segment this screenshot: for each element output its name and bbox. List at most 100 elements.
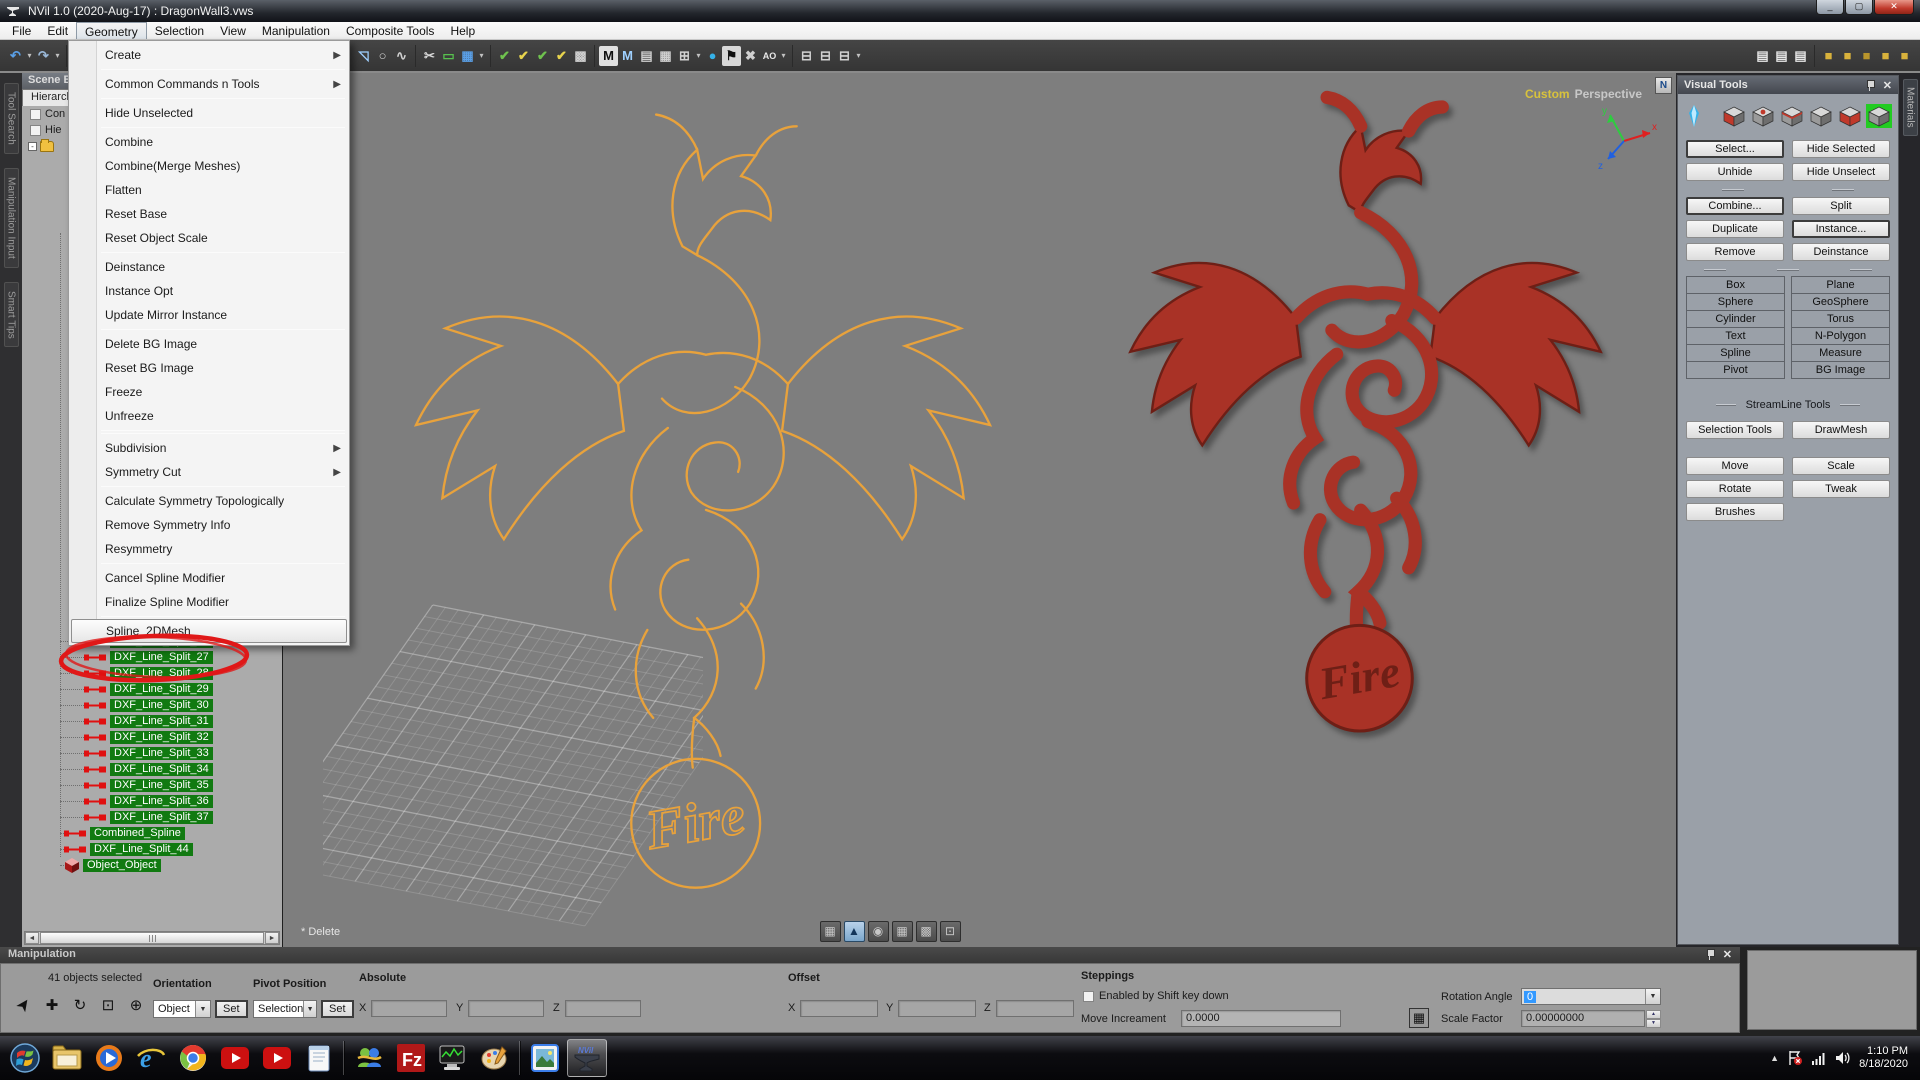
- display-cube-left-red[interactable]: [1721, 104, 1747, 128]
- panel-layout-a-icon[interactable]: ⊟: [797, 46, 816, 66]
- menu-item-reset-bg-image[interactable]: Reset BG Image: [69, 356, 349, 380]
- snap-grid-button[interactable]: ▦: [1409, 1008, 1429, 1028]
- button-brushes[interactable]: Brushes: [1686, 503, 1784, 521]
- viewport-3d[interactable]: Fire Fire CustomPerspective N y x z * De…: [283, 73, 1676, 947]
- menu-item-instance-opt[interactable]: Instance Opt: [69, 279, 349, 303]
- offset-z-field[interactable]: [996, 1000, 1074, 1017]
- menu-item-combine[interactable]: Combine: [69, 130, 349, 154]
- rotate-tool[interactable]: ↻: [69, 994, 91, 1016]
- delete-tool-icon[interactable]: ✖: [741, 46, 760, 66]
- taskbar-internet-explorer-icon[interactable]: e: [131, 1039, 171, 1077]
- scale-tool[interactable]: ⊡: [97, 994, 119, 1016]
- menubar-item-geometry[interactable]: Geometry: [76, 22, 147, 39]
- cut-tool-icon[interactable]: ✂: [420, 46, 439, 66]
- offset-x-field[interactable]: [800, 1000, 878, 1017]
- tree-item-object-object[interactable]: Object_Object: [22, 857, 282, 873]
- menu-item-reset-base[interactable]: Reset Base: [69, 202, 349, 226]
- menubar-item-help[interactable]: Help: [442, 22, 483, 39]
- volume-icon[interactable]: [1835, 1050, 1851, 1066]
- tree-item-dxf-line-split-28[interactable]: DXF_Line_Split_28: [22, 665, 282, 681]
- flag-tool-icon[interactable]: ⚑: [722, 46, 741, 66]
- table-a-icon[interactable]: ▤: [637, 46, 656, 66]
- pattern-tool-icon[interactable]: ▩: [571, 46, 590, 66]
- view-page-1-icon[interactable]: ▤: [1753, 46, 1772, 66]
- taskbar-start-button[interactable]: [5, 1039, 45, 1077]
- button-duplicate[interactable]: Duplicate: [1686, 220, 1784, 238]
- axis-gizmo[interactable]: y x z: [1588, 103, 1660, 175]
- curve-tool-icon[interactable]: ∿: [392, 46, 411, 66]
- scale-factor-field[interactable]: 0.00000000: [1521, 1010, 1645, 1027]
- scale-factor-spinner[interactable]: ▲ ▼: [1646, 1010, 1661, 1027]
- primitive-plane[interactable]: Plane: [1791, 276, 1890, 294]
- circle-tool-icon[interactable]: ○: [373, 46, 392, 66]
- validate-c-icon[interactable]: ✔: [533, 46, 552, 66]
- taskbar-nvil-icon[interactable]: NVil: [567, 1039, 607, 1077]
- primitive-measure[interactable]: Measure: [1791, 344, 1890, 362]
- button-deinstance[interactable]: Deinstance: [1792, 243, 1890, 261]
- orientation-dropdown[interactable]: Object▼: [153, 1000, 211, 1018]
- primitive-spline[interactable]: Spline: [1686, 344, 1785, 362]
- select-cursor-tool[interactable]: ➤: [9, 990, 40, 1021]
- menu-item-finalize-spline-modifier[interactable]: Finalize Spline Modifier: [69, 590, 349, 614]
- menu-item-create[interactable]: Create▶: [69, 43, 349, 67]
- box-tool-icon[interactable]: ▭: [439, 46, 458, 66]
- menu-item-resymmetry[interactable]: Resymmetry: [69, 537, 349, 561]
- absolute-y-field[interactable]: [468, 1000, 544, 1017]
- button-instance[interactable]: Instance...: [1792, 220, 1890, 238]
- button-selection-tools[interactable]: Selection Tools: [1686, 421, 1784, 439]
- dock-tab-tool-search[interactable]: Tool Search: [4, 83, 19, 154]
- menu-item-delete-bg-image[interactable]: Delete BG Image: [69, 332, 349, 356]
- taskbar-youtube-2-icon[interactable]: [257, 1039, 297, 1077]
- button-hide-selected[interactable]: Hide Selected: [1792, 140, 1890, 158]
- pin-icon[interactable]: [1865, 79, 1875, 91]
- scroll-right-button[interactable]: ►: [265, 932, 279, 944]
- checkbox-icon[interactable]: [30, 109, 41, 120]
- menubar-item-view[interactable]: View: [212, 22, 254, 39]
- move-increment-field[interactable]: 0.0000: [1181, 1010, 1341, 1027]
- grid-display-toggle[interactable]: ▦: [892, 921, 913, 942]
- tree-item-dxf-line-split-36[interactable]: DXF_Line_Split_36: [22, 793, 282, 809]
- tree-item-dxf-line-split-27[interactable]: DXF_Line_Split_27: [22, 649, 282, 665]
- menu-item-calculate-symmetry-topologically[interactable]: Calculate Symmetry Topologically: [69, 489, 349, 513]
- menu-item-combine-merge-meshes[interactable]: Combine(Merge Meshes): [69, 154, 349, 178]
- tree-item-dxf-line-split-31[interactable]: DXF_Line_Split_31: [22, 713, 282, 729]
- pivot-position-dropdown[interactable]: Selection▼: [253, 1000, 317, 1018]
- primitive-text[interactable]: Text: [1686, 327, 1785, 345]
- shift-key-checkbox-row[interactable]: Enabled by Shift key down: [1083, 990, 1229, 1002]
- button-rotate[interactable]: Rotate: [1686, 480, 1784, 498]
- button-move[interactable]: Move: [1686, 457, 1784, 475]
- menu-item-update-mirror-instance[interactable]: Update Mirror Instance: [69, 303, 349, 327]
- taskbar-messenger-icon[interactable]: [349, 1039, 389, 1077]
- taskbar-youtube-1-icon[interactable]: [215, 1039, 255, 1077]
- taskbar-explorer-icon[interactable]: [47, 1039, 87, 1077]
- display-cube-edge-red[interactable]: [1779, 104, 1805, 128]
- close-panel-icon[interactable]: ✕: [1723, 948, 1732, 962]
- primitive-bg-image[interactable]: BG Image: [1791, 361, 1890, 379]
- window-layout-icon[interactable]: ⊞: [675, 46, 694, 66]
- taskbar-media-player-icon[interactable]: [89, 1039, 129, 1077]
- cube-slot-3-icon[interactable]: ■: [1857, 46, 1876, 66]
- menu-item-flatten[interactable]: Flatten: [69, 178, 349, 202]
- tab-materials[interactable]: Materials: [1903, 79, 1918, 136]
- tree-item-dxf-line-split-35[interactable]: DXF_Line_Split_35: [22, 777, 282, 793]
- button-scale[interactable]: Scale: [1792, 457, 1890, 475]
- button-unhide[interactable]: Unhide: [1686, 163, 1784, 181]
- menubar-item-manipulation[interactable]: Manipulation: [254, 22, 338, 39]
- absolute-z-field[interactable]: [565, 1000, 641, 1017]
- menu-item-symmetry-cut[interactable]: Symmetry Cut▶: [69, 460, 349, 484]
- button-drawmesh[interactable]: DrawMesh: [1792, 421, 1890, 439]
- panel-layout-c-icon[interactable]: ⊟: [835, 46, 854, 66]
- cube-slot-4-icon[interactable]: ■: [1876, 46, 1895, 66]
- tree-expander-icon[interactable]: -: [28, 142, 37, 151]
- taskbar-clock[interactable]: 1:10 PM 8/18/2020: [1859, 1045, 1908, 1071]
- cube-slot-2-icon[interactable]: ■: [1838, 46, 1857, 66]
- dragon-spline-wireframe[interactable]: Fire: [393, 97, 1013, 917]
- dropdown-caret-icon[interactable]: ▾: [25, 51, 34, 60]
- tree-item-dxf-line-split-33[interactable]: DXF_Line_Split_33: [22, 745, 282, 761]
- material-dark-icon[interactable]: M: [599, 46, 618, 66]
- blue-dot-icon[interactable]: ●: [703, 46, 722, 66]
- menu-item-remove-symmetry-info[interactable]: Remove Symmetry Info: [69, 513, 349, 537]
- taskbar-photo-viewer-icon[interactable]: [525, 1039, 565, 1077]
- display-cube-selected[interactable]: [1866, 104, 1892, 128]
- dock-tab-manipulation-input[interactable]: Manipulation Input: [4, 168, 19, 268]
